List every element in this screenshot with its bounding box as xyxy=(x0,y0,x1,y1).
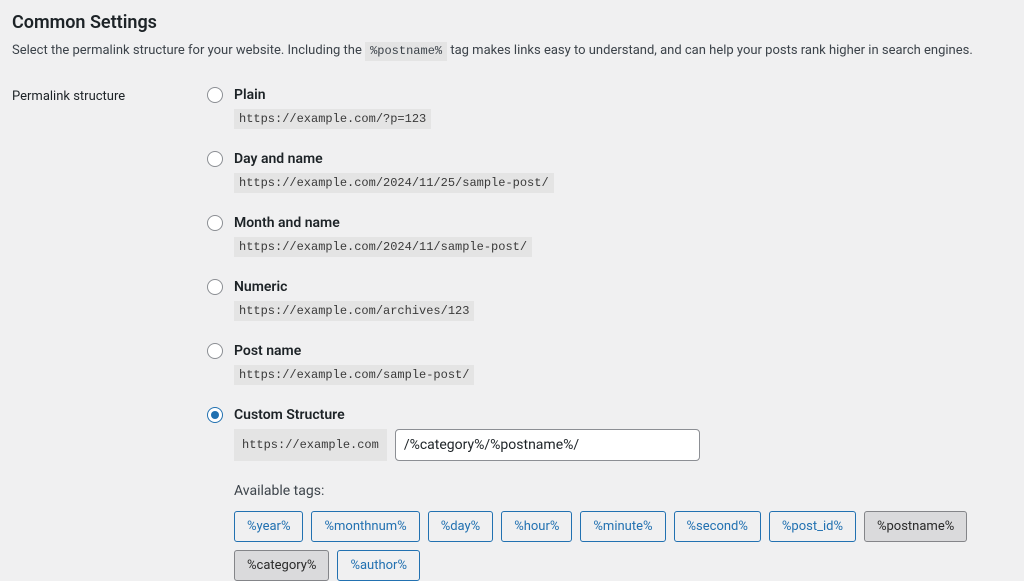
tag-button-day[interactable]: %day% xyxy=(428,511,494,542)
example-day-and-name: https://example.com/2024/11/25/sample-po… xyxy=(234,173,554,193)
radio-post-name[interactable] xyxy=(207,343,223,359)
example-month-and-name: https://example.com/2024/11/sample-post/ xyxy=(234,237,532,257)
radio-day-and-name-label[interactable]: Day and name xyxy=(234,151,323,167)
tag-button-post_id[interactable]: %post_id% xyxy=(769,511,856,542)
tag-button-minute[interactable]: %minute% xyxy=(580,511,665,542)
option-day-and-name: Day and name https://example.com/2024/11… xyxy=(207,151,1012,193)
intro-text-pre: Select the permalink structure for your … xyxy=(12,43,365,58)
radio-custom-structure-label[interactable]: Custom Structure xyxy=(234,407,345,423)
option-plain: Plain https://example.com/?p=123 xyxy=(207,87,1012,129)
radio-month-and-name[interactable] xyxy=(207,215,223,231)
radio-plain-label[interactable]: Plain xyxy=(234,87,266,103)
radio-month-and-name-label[interactable]: Month and name xyxy=(234,215,340,231)
available-tags: %year% %monthnum% %day%%hour% %minute% %seco… xyxy=(234,511,1012,581)
section-heading: Common Settings xyxy=(12,12,1012,33)
radio-post-name-label[interactable]: Post name xyxy=(234,343,301,359)
tag-button-monthnum[interactable]: %monthnum% xyxy=(311,511,419,542)
example-post-name: https://example.com/sample-post/ xyxy=(234,365,474,385)
option-post-name: Post name https://example.com/sample-pos… xyxy=(207,343,1012,385)
section-description: Select the permalink structure for your … xyxy=(12,41,1012,61)
radio-numeric[interactable] xyxy=(207,279,223,295)
permalink-structure-label: Permalink structure xyxy=(12,87,207,104)
intro-text-post: tag makes links easy to understand, and … xyxy=(447,43,973,58)
tag-button-author[interactable]: %author% xyxy=(337,550,420,581)
tag-button-hour[interactable]: %hour% xyxy=(501,511,572,542)
permalink-structure-row: Permalink structure Plain https://exampl… xyxy=(12,87,1012,581)
tag-button-second[interactable]: %second% xyxy=(674,511,761,542)
option-numeric: Numeric https://example.com/archives/123 xyxy=(207,279,1012,321)
radio-day-and-name[interactable] xyxy=(207,151,223,167)
available-tags-label: Available tags: xyxy=(234,483,1012,499)
example-numeric: https://example.com/archives/123 xyxy=(234,301,474,321)
option-month-and-name: Month and name https://example.com/2024/… xyxy=(207,215,1012,257)
intro-code: %postname% xyxy=(365,42,447,61)
example-plain: https://example.com/?p=123 xyxy=(234,109,431,129)
custom-structure-input[interactable] xyxy=(395,429,700,461)
radio-custom-structure[interactable] xyxy=(207,407,223,423)
tag-button-category[interactable]: %category% xyxy=(234,550,329,581)
radio-plain[interactable] xyxy=(207,87,223,103)
tag-button-postname[interactable]: %postname% xyxy=(864,511,967,542)
radio-numeric-label[interactable]: Numeric xyxy=(234,279,287,295)
permalink-structure-options: Plain https://example.com/?p=123 Day and… xyxy=(207,87,1012,581)
option-custom-structure: Custom Structure https://example.com xyxy=(207,407,1012,461)
custom-structure-prefix: https://example.com xyxy=(234,429,387,461)
tag-button-year[interactable]: %year% xyxy=(234,511,303,542)
